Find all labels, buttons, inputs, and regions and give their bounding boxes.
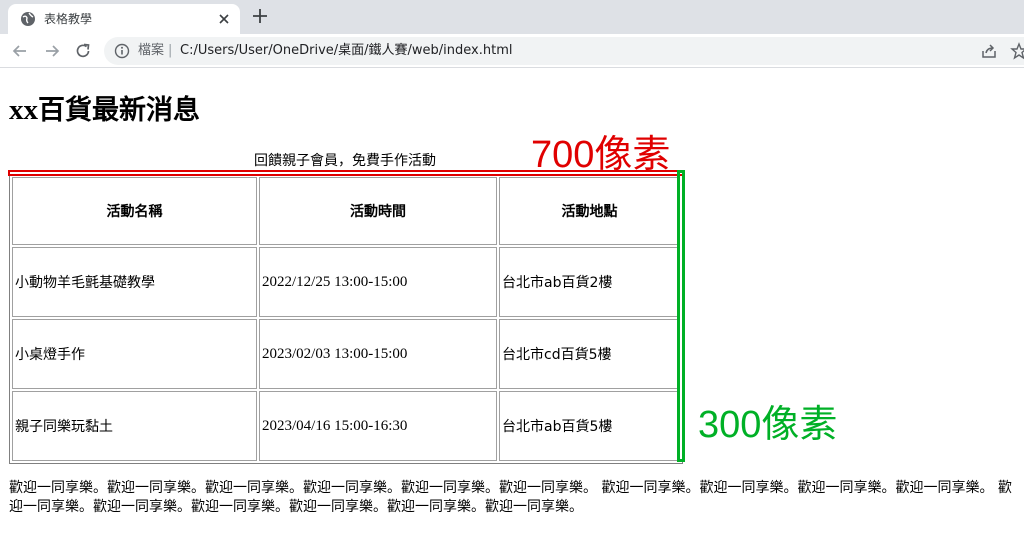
tab-title: 表格教學 <box>44 12 93 26</box>
info-icon[interactable] <box>114 43 130 59</box>
back-arrow-icon[interactable] <box>10 41 30 61</box>
plus-icon[interactable] <box>250 6 270 26</box>
heading-text: 百貨最新消息 <box>38 95 200 126</box>
height-annotation-label: 300像素 <box>698 404 838 446</box>
event-name-cell: 小動物羊毛氈基礎教學 <box>12 247 257 317</box>
globe-icon <box>21 12 35 26</box>
file-scheme-label: 檔案 <box>138 43 165 58</box>
heading-prefix: xx <box>9 94 38 126</box>
browser-tab[interactable]: 表格教學 <box>8 4 240 34</box>
tab-strip: 表格教學 <box>0 0 1024 34</box>
url-text[interactable]: C:/Users/User/OneDrive/桌面/鐵人賽/web/index.… <box>180 43 512 59</box>
address-bar[interactable]: 檔案 | C:/Users/User/OneDrive/桌面/鐵人賽/web/i… <box>104 37 1024 65</box>
browser-toolbar: 檔案 | C:/Users/User/OneDrive/桌面/鐵人賽/web/i… <box>0 34 1024 68</box>
event-name-cell: 小桌燈手作 <box>12 319 257 389</box>
event-location-cell: 台北市ab百貨5樓 <box>499 391 680 461</box>
url-separator: | <box>168 43 173 58</box>
table-row: 親子同樂玩黏土 2023/04/16 15:00-16:30 台北市ab百貨5樓 <box>12 391 680 461</box>
star-icon[interactable] <box>1010 42 1024 60</box>
table-header-row: 活動名稱 活動時間 活動地點 <box>12 177 680 245</box>
event-name-cell: 親子同樂玩黏土 <box>12 391 257 461</box>
header-cell: 活動時間 <box>259 177 497 245</box>
close-icon[interactable] <box>215 10 233 28</box>
share-icon[interactable] <box>980 42 998 60</box>
table-row: 小動物羊毛氈基礎教學 2022/12/25 13:00-15:00 台北市ab百… <box>12 247 680 317</box>
header-cell: 活動地點 <box>499 177 680 245</box>
width-annotation-label: 700像素 <box>531 134 671 176</box>
events-table: 活動名稱 活動時間 活動地點 小動物羊毛氈基礎教學 2022/12/25 13:… <box>9 174 683 464</box>
reload-icon[interactable] <box>73 41 93 61</box>
event-time-cell: 2023/02/03 13:00-15:00 <box>259 319 497 389</box>
page-heading: xx百貨最新消息 <box>9 92 200 129</box>
header-cell: 活動名稱 <box>12 177 257 245</box>
event-location-cell: 台北市cd百貨5樓 <box>499 319 680 389</box>
event-time-cell: 2022/12/25 13:00-15:00 <box>259 247 497 317</box>
event-location-cell: 台北市ab百貨2樓 <box>499 247 680 317</box>
welcome-paragraph: 歡迎一同享樂。歡迎一同享樂。歡迎一同享樂。歡迎一同享樂。歡迎一同享樂。歡迎一同享… <box>9 480 1012 515</box>
event-time-cell: 2023/04/16 15:00-16:30 <box>259 391 497 461</box>
forward-arrow-icon[interactable] <box>42 41 62 61</box>
table-row: 小桌燈手作 2023/02/03 13:00-15:00 台北市cd百貨5樓 <box>12 319 680 389</box>
height-annotation-line <box>677 170 685 462</box>
